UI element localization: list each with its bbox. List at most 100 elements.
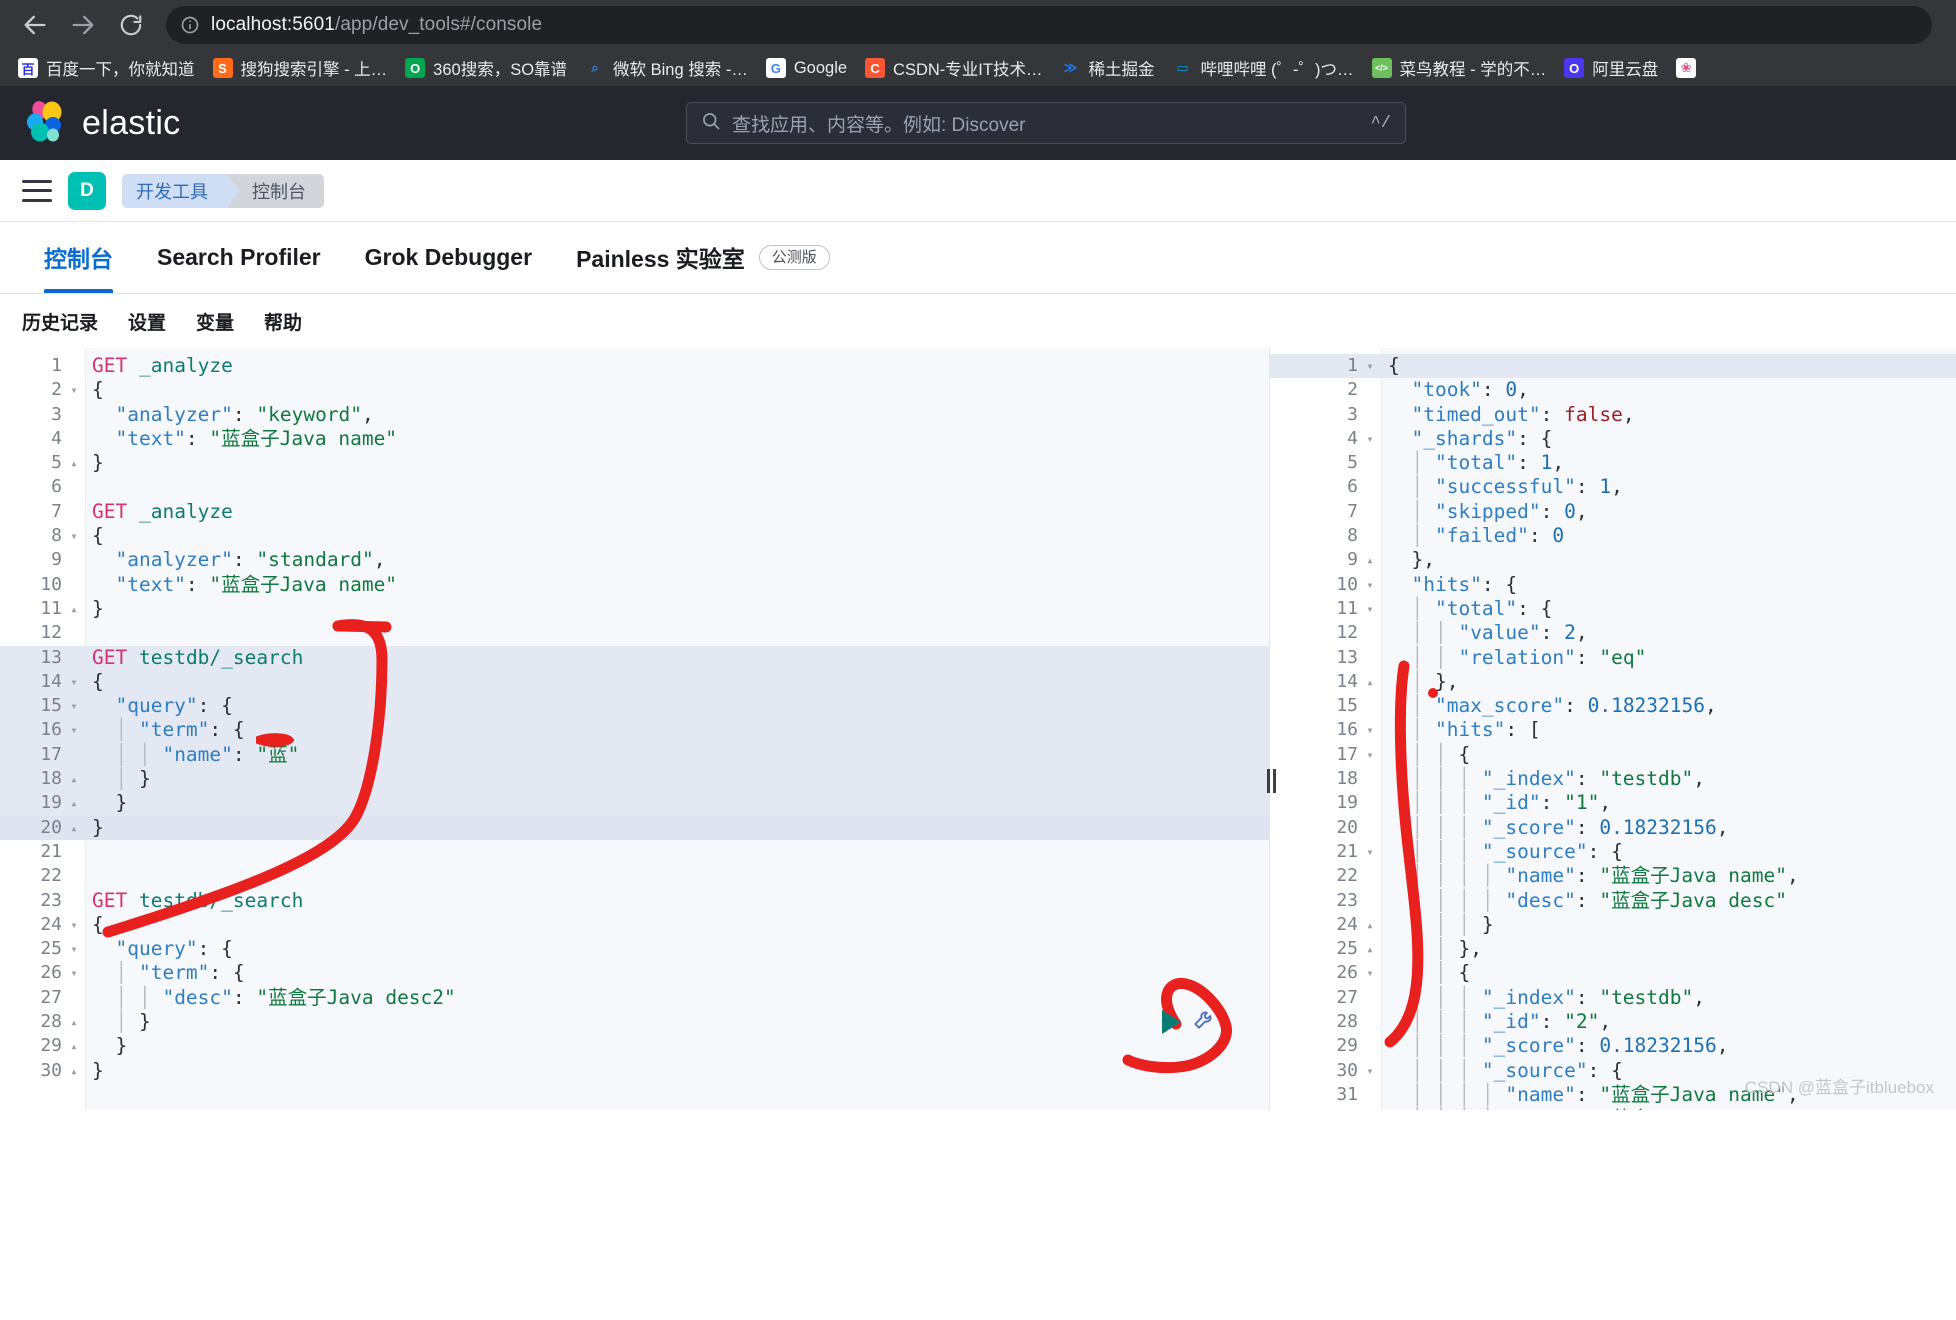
bookmark-bing[interactable]: ⌕ 微软 Bing 搜索 -… [577,53,756,83]
bookmark-extra[interactable]: ❀ [1668,53,1704,83]
fold-toggle-icon[interactable]: ▾ [62,378,86,402]
forward-arrow-icon[interactable] [62,4,104,46]
breadcrumb-item-dev-tools[interactable]: 开发工具 [122,173,239,208]
request-code[interactable]: 1 GET _analyze 2 ▾{3 "analyzer": "keyword",… [0,348,1269,1083]
code-line: 30 ▴} [0,1059,1269,1083]
space-avatar[interactable]: D [68,171,106,210]
code-line: 21 ▾ │ │ │ "_source": { [1270,840,1956,864]
token-punc: { [92,912,104,936]
global-search-input[interactable]: 查找应用、内容等。例如: Discover ^/ [686,102,1406,144]
breadcrumb-item-console[interactable]: 控制台 [228,173,324,208]
fold-toggle-icon[interactable]: ▾ [62,961,86,985]
back-arrow-icon[interactable] [14,4,56,46]
info-circle-icon[interactable] [180,15,200,35]
token-guide: │ │ │ [1388,815,1482,839]
token-str: "蓝盒子Java name" [209,426,398,450]
token-guide: │ │ │ [1388,985,1482,1009]
drag-handle-icon[interactable] [1264,768,1278,794]
tab-grok-debugger[interactable]: Grok Debugger [343,221,554,293]
fold-toggle-icon[interactable]: ▾ [1358,718,1382,742]
code-line-text: │ │ }, [1382,937,1956,961]
fold-toggle-icon[interactable]: ▾ [1358,961,1382,985]
request-editor-pane[interactable]: 1 GET _analyze 2 ▾{3 "analyzer": "keyword",… [0,348,1270,1110]
token-punc: : { [1587,1058,1623,1082]
fold-toggle-icon[interactable]: ▾ [1358,573,1382,597]
fold-toggle-icon[interactable]: ▾ [1358,427,1382,451]
search-icon [701,111,721,136]
line-number: 10 [40,573,62,595]
token-guide: │ [1388,475,1435,499]
fold-toggle-icon[interactable]: ▾ [62,913,86,937]
bookmark-bilibili[interactable]: ▭ 哔哩哔哩 (゜-゜)つ… [1164,53,1361,83]
bookmark-runoob[interactable]: </> 菜鸟教程 - 学的不… [1364,53,1555,83]
code-line: 28 │ │ │ "_id": "2", [1270,1010,1956,1034]
subnav-item[interactable]: 设置 [128,308,166,335]
fold-toggle-icon[interactable]: ▴ [1358,548,1382,572]
subnav-item[interactable]: 历史记录 [22,308,98,335]
google-favicon-icon: G [765,58,786,78]
subnav-item[interactable]: 变量 [196,308,234,335]
fold-toggle-icon[interactable]: ▴ [62,1034,86,1058]
fold-toggle-icon[interactable]: ▴ [62,597,86,621]
token-punc: : [1575,985,1600,1009]
fold-toggle-icon[interactable]: ▾ [1358,597,1382,621]
fold-toggle-icon[interactable]: ▾ [62,670,86,694]
fold-toggle-icon[interactable]: ▾ [62,524,86,548]
line-number: 20 [1336,816,1358,838]
line-number: 27 [1336,986,1358,1008]
hamburger-menu-icon[interactable] [22,179,52,202]
code-line-text: "text": "蓝盒子Java name" [86,427,1269,451]
fold-toggle-icon[interactable]: ▾ [62,718,86,742]
token-punc: { [1458,961,1471,985]
code-line-text: │ "successful": 1, [1382,475,1956,499]
elastic-brand[interactable]: elastic [22,98,180,149]
fold-toggle-icon[interactable]: ▾ [62,937,86,961]
fold-toggle-icon[interactable]: ▴ [62,1059,86,1083]
fold-toggle-icon[interactable]: ▾ [1358,743,1382,767]
token-punc: , [1622,402,1635,426]
code-line: 1 GET _analyze [0,354,1269,378]
line-number: 29 [40,1035,62,1057]
play-triangle-icon[interactable] [1162,1009,1181,1034]
token-punc: : [1575,475,1600,499]
bookmark-csdn[interactable]: C CSDN-专业IT技术… [857,53,1050,83]
subnav-item[interactable]: 帮助 [264,308,302,335]
tab-控制台[interactable]: 控制台 [22,221,135,293]
tab-search-profiler[interactable]: Search Profiler [135,221,343,293]
fold-toggle-icon[interactable]: ▴ [62,816,86,840]
bookmark-baidu[interactable]: 百百度一下，你就知道 [10,53,203,83]
code-line-text: │ │ { [1382,961,1956,985]
fold-toggle-icon[interactable]: ▾ [1358,840,1382,864]
token-str: "testdb" [1599,767,1694,791]
fold-toggle-icon[interactable]: ▴ [62,1010,86,1034]
bookmark-google[interactable]: G Google [758,53,855,83]
line-number: 14 [1336,670,1358,692]
fold-toggle-icon[interactable]: ▾ [1358,1059,1382,1083]
reload-icon[interactable] [110,4,152,46]
token-punc: , [1517,378,1529,402]
token-key: "name" [162,742,233,766]
token-punc: , [1599,1010,1612,1034]
tab-painless-实验室[interactable]: Painless 实验室 公测版 [554,221,852,293]
fold-toggle-icon[interactable]: ▴ [62,451,86,475]
code-line: 24 ▴ │ │ │ } [1270,913,1956,937]
fold-toggle-icon[interactable]: ▴ [1358,670,1382,694]
token-num: 1 [1599,475,1612,499]
fold-toggle-icon[interactable]: ▴ [1358,913,1382,937]
bookmark-360[interactable]: O 360搜索，SO靠谱 [397,53,575,83]
bookmark-juejin[interactable]: ≫ 稀土掘金 [1052,53,1162,83]
token-guide: │ │ [1388,621,1459,645]
token-str: "蓝" [256,742,300,766]
wrench-icon[interactable] [1191,1006,1217,1037]
fold-toggle-icon[interactable]: ▴ [62,767,86,791]
token-key: "analyzer" [92,402,233,426]
address-bar[interactable]: localhost:5601/app/dev_tools#/console [166,6,1932,44]
fold-toggle-icon[interactable]: ▾ [62,694,86,718]
bookmark-aliyunpan[interactable]: O 阿里云盘 [1556,53,1666,83]
fold-toggle-icon[interactable]: ▾ [1358,354,1382,378]
bookmark-sogou[interactable]: S 搜狗搜索引擎 - 上… [205,53,396,83]
fold-toggle-icon[interactable]: ▴ [1358,937,1382,961]
fold-toggle-icon[interactable]: ▴ [62,791,86,815]
response-pane[interactable]: 1 ▾{2 "took": 0, 3 "timed_out": false, 4 ▾ "… [1270,348,1956,1110]
token-punc: , [1611,475,1623,499]
